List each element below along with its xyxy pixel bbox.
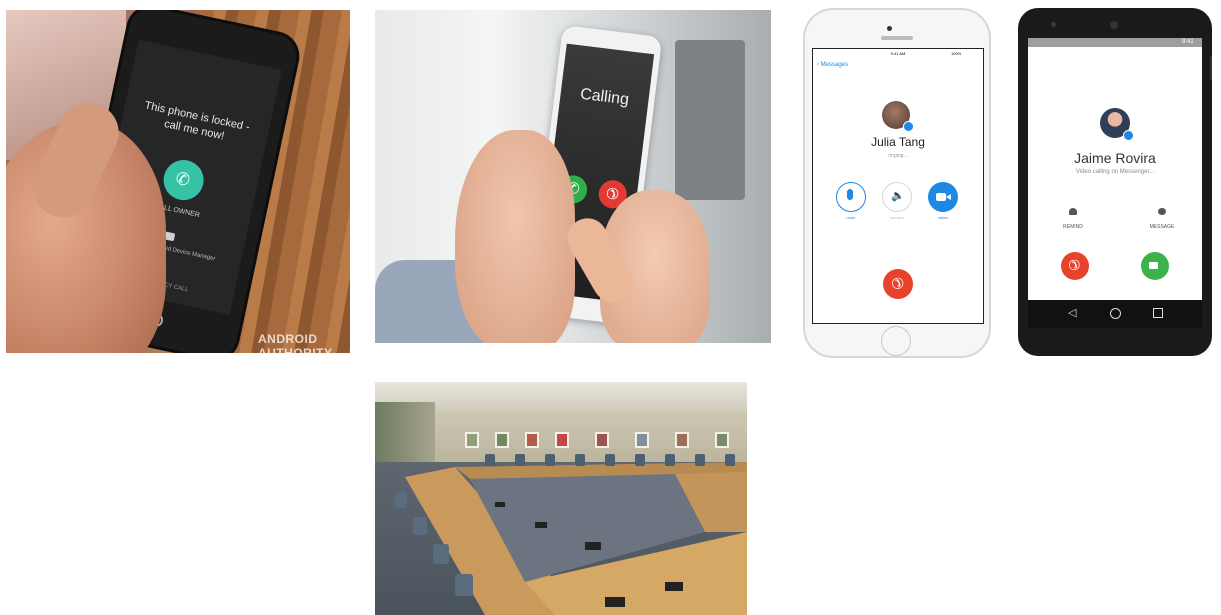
- earpiece: [1110, 21, 1118, 29]
- chair: [485, 454, 495, 466]
- back-label: Messages: [820, 62, 849, 68]
- call-status: Video calling on Messenger...: [1075, 169, 1155, 175]
- chair: [635, 454, 645, 466]
- chair: [413, 517, 427, 535]
- home-button[interactable]: [881, 326, 911, 356]
- speaker-slot: [881, 36, 913, 40]
- hang-up-icon: ✆: [601, 182, 623, 204]
- chat-bubble-icon: [1158, 208, 1166, 215]
- call-owner-button[interactable]: ✆: [159, 156, 208, 204]
- home-nav-icon[interactable]: [1110, 308, 1121, 319]
- calling-label: Calling: [579, 85, 630, 109]
- chair: [433, 544, 449, 564]
- nav-bar: ◁: [1028, 300, 1202, 328]
- call-status: ringing...: [888, 153, 908, 159]
- chevron-left-icon: ‹: [817, 62, 819, 68]
- phone-icon: ✆: [173, 168, 192, 191]
- android-call-screen: 9:41 Jaime Rovira Video calling on Messe…: [1018, 8, 1212, 356]
- chair: [665, 454, 675, 466]
- speaker-icon: 🔈: [891, 190, 905, 202]
- back-nav-icon[interactable]: ◁: [1068, 306, 1076, 319]
- microphone-base: [665, 582, 683, 591]
- end-call-button[interactable]: ✆: [883, 269, 913, 299]
- chairs-left: [395, 492, 495, 612]
- status-battery: 100%: [951, 51, 962, 56]
- contact-name: Julia Tang: [871, 135, 925, 149]
- photo-conference-room: [375, 382, 747, 615]
- video-button[interactable]: [928, 182, 958, 212]
- messenger-badge-icon: [1123, 130, 1134, 141]
- status-bar: [1028, 38, 1202, 47]
- microphone-base: [605, 597, 625, 607]
- chair: [455, 574, 473, 596]
- accept-video-button[interactable]: [1141, 252, 1169, 280]
- watermark: ANDROID AUTHORITY: [258, 332, 333, 353]
- mute-button[interactable]: [836, 182, 866, 212]
- photo-calling-phone: Calling ✆ ✆: [375, 10, 771, 343]
- front-camera: [1051, 22, 1056, 27]
- side-button: [1210, 56, 1212, 80]
- hang-up-icon: ✆: [1064, 255, 1085, 275]
- iphone-call-screen: 9:41 AM 100% ‹ Messages Julia Tang ringi…: [803, 8, 991, 358]
- chairs-back: [485, 454, 745, 468]
- chair: [605, 454, 615, 466]
- messenger-badge-icon: [903, 121, 914, 132]
- chair: [395, 492, 407, 508]
- recents-nav-icon[interactable]: [1153, 308, 1163, 318]
- microphone-base: [535, 522, 547, 528]
- message-label[interactable]: MESSAGE: [1142, 224, 1182, 230]
- chair: [725, 454, 735, 466]
- status-time: 9:41: [1182, 39, 1194, 45]
- hang-up-icon: ✆: [886, 272, 908, 294]
- remind-label[interactable]: REMIND: [1053, 224, 1093, 230]
- video-camera-icon: [936, 193, 946, 201]
- chair: [575, 454, 585, 466]
- contact-name: Jaime Rovira: [1074, 150, 1156, 166]
- speaker-label: speaker: [889, 215, 905, 220]
- android-screen: 9:41 Jaime Rovira Video calling on Messe…: [1028, 38, 1202, 328]
- left-hand: [455, 130, 575, 343]
- iphone-screen: 9:41 AM 100% ‹ Messages Julia Tang ringi…: [812, 48, 984, 324]
- microphone-base: [585, 542, 601, 550]
- microphones: [495, 502, 715, 612]
- microphone-icon: [847, 189, 853, 200]
- lock-notice-text: This phone is locked - call me now!: [143, 99, 251, 143]
- alarm-icon: [1069, 208, 1077, 215]
- mute-label: mute: [846, 215, 856, 220]
- background-wall-dark: [675, 40, 745, 200]
- video-label: video: [938, 215, 948, 220]
- decline-button[interactable]: ✆: [1061, 252, 1089, 280]
- photo-android-locked-phone: This phone is locked - call me now! ✆ CA…: [6, 10, 350, 353]
- microphone-base: [495, 502, 505, 507]
- camera-dot: [887, 26, 892, 31]
- chair: [545, 454, 555, 466]
- video-camera-lens: [946, 194, 951, 200]
- back-messages-link[interactable]: ‹ Messages: [817, 62, 848, 68]
- video-camera-icon: [1149, 262, 1158, 269]
- chair: [695, 454, 705, 466]
- chair: [515, 454, 525, 466]
- speaker-button[interactable]: 🔈: [882, 182, 912, 212]
